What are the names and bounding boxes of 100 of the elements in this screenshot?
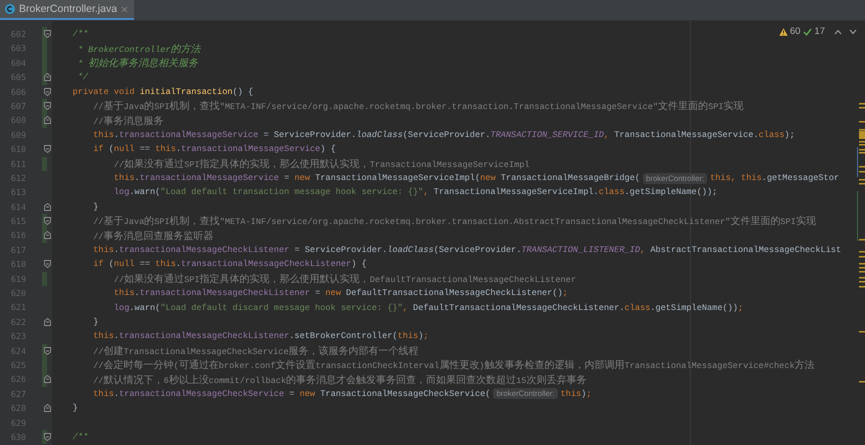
file-tab[interactable]: BrokerController.java [0, 0, 134, 20]
keyword: ; [562, 288, 568, 298]
keyword: new [300, 388, 316, 399]
fold-icon[interactable] [44, 73, 51, 82]
field-name: transactionalMessageCheckListener [119, 331, 290, 342]
code-text: = [315, 288, 322, 298]
method-name: initialTransaction [140, 86, 233, 97]
code-text: . [114, 331, 120, 342]
code-text: = ServiceProvider. [264, 130, 356, 140]
code-text: . [176, 144, 182, 154]
warning-icon[interactable] [778, 28, 788, 36]
fold-icon[interactable] [44, 260, 51, 268]
code-text: ( [108, 144, 114, 154]
check-icon[interactable] [803, 28, 812, 36]
code-comment: //事务消息回查服务监听器 [93, 230, 214, 243]
code-text: () { [232, 86, 254, 97]
code-text: .setBrokerController( [289, 331, 398, 342]
code-text: . [114, 388, 120, 399]
weak-warning-count: 17 [814, 26, 825, 37]
code-comment: //如果没有通过SPI指定具体的实现，那么使用默认实现，TransactionalMessageServiceImpl [114, 158, 530, 171]
keyword: new [325, 288, 342, 298]
field-name: transactionalMessageService [119, 130, 258, 140]
code-comment: //基于Java的SPI机制，查找"META-INF/service/org.apache.rocketmq.broker.transaction.TransactionalMessageService"文件里面的SPI实现 [93, 100, 744, 114]
field-name: transactionalMessageCheckListener [181, 259, 352, 270]
code-text: .warn( [129, 302, 160, 313]
code-text: .warn( [129, 187, 160, 198]
fold-icon[interactable] [44, 30, 51, 38]
warning-count: 60 [790, 26, 800, 37]
keyword: this [155, 259, 176, 270]
keyword: this [93, 331, 114, 342]
code-text: . [114, 130, 120, 140]
doc-comment: */ [78, 72, 88, 82]
code-text: = [289, 388, 296, 399]
code-text: .getMessageStor [762, 173, 840, 184]
code-text: ) { [320, 144, 336, 154]
method-call: loadClass [356, 130, 403, 140]
fold-icon[interactable] [44, 346, 51, 355]
fold-icon[interactable] [44, 404, 51, 412]
keyword: this [93, 245, 114, 256]
keyword: this [93, 388, 114, 399]
code-text: ) [581, 388, 586, 399]
code-text: == [140, 144, 152, 154]
keyword: this [114, 173, 135, 184]
code-text: . [114, 245, 120, 256]
keyword: null [114, 144, 135, 154]
field-name: log [114, 187, 130, 198]
constant-name: TRANSACTION_LISTENER_ID [521, 245, 640, 256]
class-icon [5, 4, 15, 14]
keyword: this, this [710, 173, 762, 184]
code-text: DefaultTransactionalMessageCheckListener() [346, 288, 563, 298]
code-comment: //如果没有通过SPI指定具体的实现，那么使用默认实现，DefaultTransactionalMessageCheckListener [114, 272, 576, 286]
keyword: class [758, 130, 784, 140]
string-literal: "Load default transaction message hook service: {}" [160, 187, 424, 198]
fold-icon[interactable] [44, 116, 51, 124]
doc-comment: /** [72, 432, 88, 442]
keyword: private void [72, 86, 136, 97]
fold-icon[interactable] [44, 318, 51, 326]
fold-icon[interactable] [44, 231, 51, 240]
code-text: . [134, 288, 140, 298]
keyword: this [155, 144, 176, 154]
code-text: == [140, 259, 152, 270]
fold-icon[interactable] [44, 375, 51, 384]
fold-icon[interactable] [44, 217, 51, 226]
keyword: class [624, 302, 650, 313]
code-text: ); [784, 130, 795, 140]
code-text: ) { [351, 259, 367, 270]
field-name: transactionalMessageService [140, 173, 279, 184]
code-text: = [284, 173, 290, 184]
code-text: (ServiceProvider. [434, 245, 522, 256]
doc-comment: * BrokerController的方法 [78, 42, 201, 56]
code-text: } [93, 202, 98, 212]
fold-icon[interactable] [44, 202, 51, 211]
field-name: log [114, 302, 130, 313]
code-comment: //基于Java的SPI机制，查找"META-INF/service/org.apache.rocketmq.broker.transaction.AbstractTransactionalMessageCheckListener"文件里面的SPI实现 [93, 214, 816, 228]
keyword: , [402, 302, 409, 313]
string-literal: "Load default discard message hook service: {}" [160, 302, 403, 313]
fold-icon[interactable] [44, 88, 51, 96]
code-text: } [93, 317, 98, 327]
keyword: this [398, 331, 418, 342]
keyword: this [114, 288, 135, 298]
code-text: DefaultTransactionalMessageCheckListener. [413, 302, 624, 313]
keyword: new [294, 173, 311, 184]
code-comment: //事务消息服务 [93, 114, 164, 128]
fold-icon[interactable] [44, 102, 51, 110]
fold-icon[interactable] [44, 145, 51, 154]
field-name: transactionalMessageCheckListener [119, 245, 290, 256]
code-text: TransactionalMessageService. [614, 130, 759, 140]
chevron-down-icon[interactable] [849, 28, 857, 34]
keyword: if [93, 259, 105, 270]
fold-icon[interactable] [44, 432, 51, 441]
keyword: new [480, 173, 497, 184]
code-text: (ServiceProvider. [402, 130, 490, 140]
chevron-up-icon[interactable] [834, 28, 842, 34]
keyword: ; [423, 331, 429, 342]
code-text: TransactionalMessageServiceImpl. [434, 187, 599, 198]
constant-name: TRANSACTION_SERVICE_ID [490, 130, 604, 140]
code-comment: //会定时每一分钟(可通过在broker.conf文件设置transactionCheckInterval属性更改)触发事务检查的逻辑，内部调用TransactionalMessageService#check方法 [93, 358, 815, 372]
keyword: this [560, 388, 582, 399]
field-name: transactionalMessageCheckListener [140, 288, 310, 298]
code-text: ) [418, 331, 424, 342]
